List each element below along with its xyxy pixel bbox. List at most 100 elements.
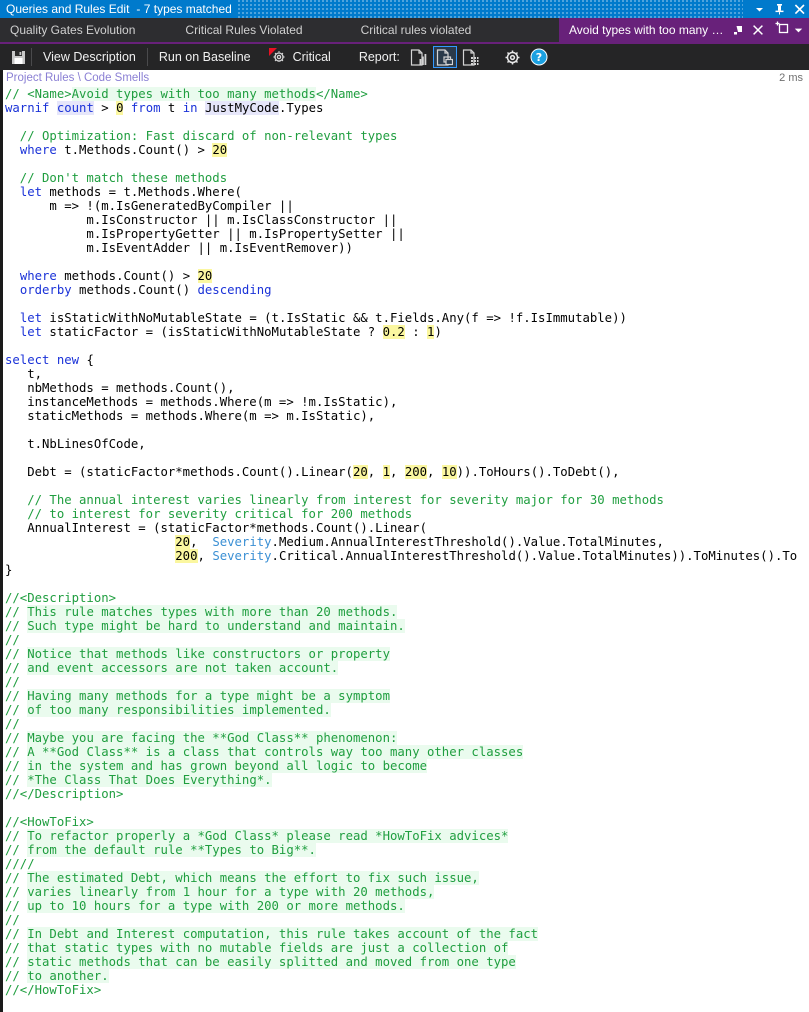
close-icon[interactable] [749,19,767,41]
titlebar-drag-gripper[interactable] [237,0,743,18]
window-title: Queries and Rules Edit [6,2,130,16]
view-description-button[interactable]: View Description [33,44,146,70]
pin-icon[interactable] [729,19,747,41]
code-line: select new { [5,353,809,367]
code-token: Severity [212,535,272,549]
tab-avoid-types-too-many-methods[interactable]: Avoid types with too many m... [559,18,771,42]
code-token: // [5,689,28,703]
code-token: // [5,885,28,899]
code-line: instanceMethods = methods.Where(m => !m.… [5,395,809,409]
code-token: m => !(m.IsGeneratedByCompiler || [5,199,294,213]
code-token: , [390,465,405,479]
run-on-baseline-label: Run on Baseline [158,50,251,64]
code-token: Avoid types with too many methods [71,87,316,101]
code-line: // from the default rule **Types to Big*… [5,843,809,857]
code-token: m.IsPropertyGetter || m.IsPropertySetter… [5,227,405,241]
code-line: t.NbLinesOfCode, [5,437,809,451]
pin-icon[interactable] [769,0,789,18]
code-line: Debt = (staticFactor*methods.Count().Lin… [5,465,809,479]
code-line: // A **God Class** is a class that contr… [5,745,809,759]
tab-critical-rules-violated[interactable]: Critical Rules Violated [171,18,346,42]
code-token: 20 [212,143,228,157]
code-line: // Having many methods for a type might … [5,689,809,703]
code-token: Severity [212,549,272,563]
code-token: // [5,899,28,913]
code-token: from the default rule **Types to Big**. [27,843,316,857]
code-token: of too many responsibilities implemented… [27,703,331,717]
code-token: let [19,325,43,339]
tab-strip-filler [485,18,559,42]
code-token: let [19,185,43,199]
code-token: // [5,843,28,857]
code-token: .Critical.AnnualInterestThreshold().Valu… [271,549,798,563]
code-token: Such type might be hard to understand an… [27,619,405,633]
code-line: //</Description> [5,787,809,801]
code-line: // Notice that methods like constructors… [5,647,809,661]
code-token: new [56,353,80,367]
code-token: varies linearly from 1 hour for a type w… [27,885,435,899]
report-table-icon[interactable] [459,46,483,68]
new-tab-button[interactable] [771,18,809,42]
code-line: t, [5,367,809,381]
help-icon[interactable]: ? [526,46,552,68]
code-token: 200 [404,465,428,479]
code-token: // [5,871,28,885]
code-line: } [5,563,809,577]
code-token: // [5,969,28,983]
code-line: // of too many responsibilities implemen… [5,703,809,717]
code-line: // [5,675,809,689]
chevron-down-icon[interactable] [749,0,769,18]
code-token: descending [197,283,272,297]
save-icon[interactable] [6,44,30,70]
breadcrumb[interactable]: Project Rules \ Code Smells [6,72,149,84]
code-content[interactable]: // <Name>Avoid types with too many metho… [5,87,809,997]
close-icon[interactable] [789,0,809,18]
code-token: </Name> [315,87,368,101]
code-line: // and event accessors are not taken acc… [5,661,809,675]
tab-quality-gates-evolution[interactable]: Quality Gates Evolution [0,18,171,42]
code-token: in [182,101,198,115]
code-token: nbMethods = methods.Count(), [5,381,235,395]
report-pages-icon[interactable] [432,46,457,68]
view-description-label: View Description [43,50,136,64]
gear-icon[interactable] [500,46,526,68]
code-token: )).ToHours().ToDebt(), [456,465,620,479]
code-line: // [5,717,809,731]
code-token: // [5,955,28,969]
severity-selector[interactable]: Critical [261,44,343,70]
code-token: // The annual interest varies linearly f… [5,493,664,507]
window-subtitle: - 7 types matched [136,2,232,16]
code-token: { [79,353,94,367]
critical-gear-icon [268,47,287,67]
report-chart-icon[interactable] [407,46,431,68]
chevron-down-icon[interactable] [794,21,803,39]
code-token: 200 [175,549,198,563]
code-token: in the system and has grown beyond all l… [27,759,427,773]
code-line: let staticFactor = (isStaticWithNoMutabl… [5,325,809,339]
run-on-baseline-button[interactable]: Run on Baseline [149,44,261,70]
tab-critical-rules-violated-2[interactable]: Critical rules violated [347,18,486,42]
code-line: // [5,633,809,647]
code-line: // In Debt and Interest computation, thi… [5,927,809,941]
code-token: orderby [19,283,72,297]
query-code-editor[interactable]: // <Name>Avoid types with too many metho… [0,86,809,1012]
code-token: The estimated Debt, which means the effo… [27,871,479,885]
code-line: // that static types with no mutable fie… [5,941,809,955]
code-token: up to 10 hours for a type with 200 or mo… [27,899,405,913]
code-token: Maybe you are facing the **God Class** p… [27,731,398,745]
code-token: In Debt and Interest computation, this r… [27,927,539,941]
code-token: // [5,703,28,717]
code-token: // Don't match these methods [5,171,228,185]
code-token: // [5,717,20,731]
toolbar-divider [31,48,32,66]
code-token: where [19,143,57,157]
code-token: Notice that methods like constructors or… [27,647,390,661]
code-token: staticFactor = (isStaticWithNoMutableSta… [42,325,383,339]
